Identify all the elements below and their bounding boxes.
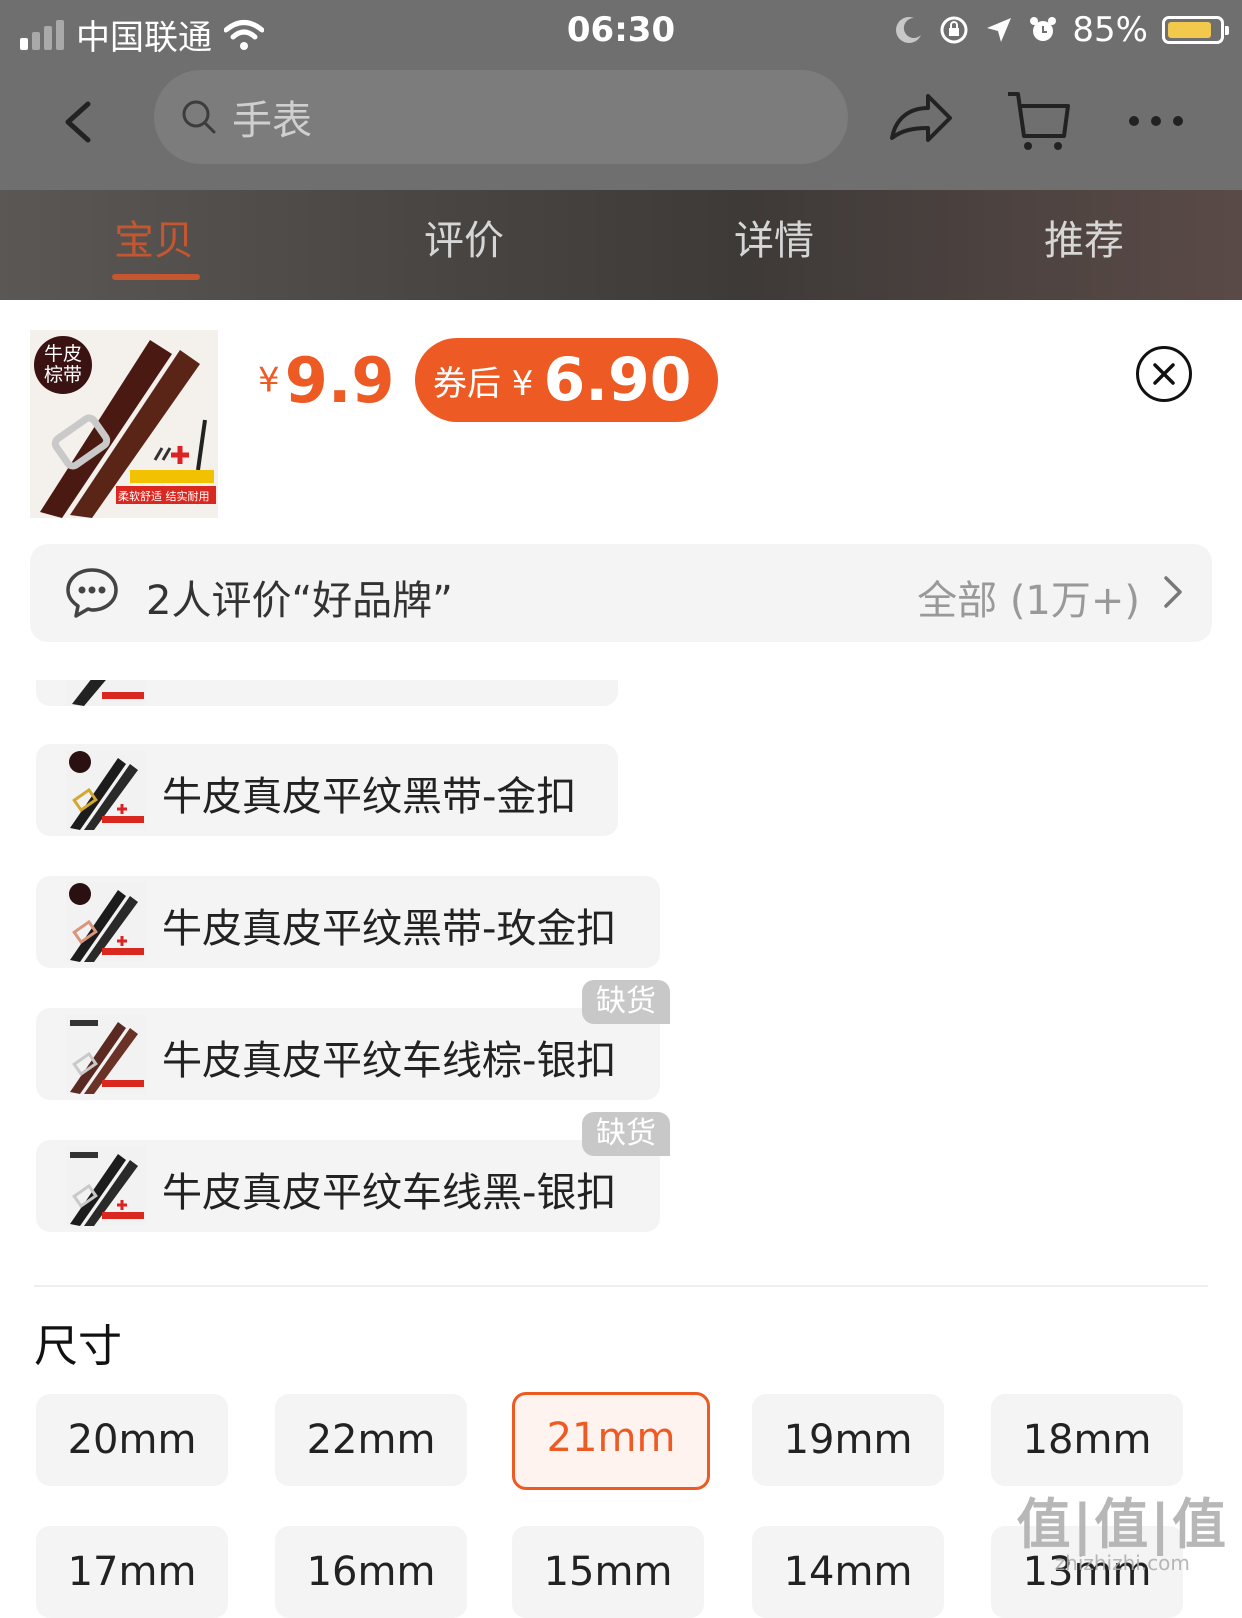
size-option[interactable]: 15mm	[512, 1526, 704, 1618]
back-button[interactable]	[50, 92, 110, 152]
watch-strap-image	[66, 1146, 146, 1226]
chevron-right-icon	[1164, 576, 1182, 608]
option-label: 牛皮真皮平纹车线黑-银扣	[162, 1170, 617, 1216]
thumb-caption: 柔软舒适 结实耐用	[118, 490, 210, 503]
review-summary-bar[interactable]: 2人评价“好品牌” 全部 (1万+)	[30, 544, 1212, 642]
option-image	[66, 750, 146, 830]
watch-strap-image	[66, 882, 146, 962]
watermark-site: zhizhizhi.com	[1054, 1551, 1190, 1575]
watermark: 值|值|值 zhizhizhi.com	[1016, 1493, 1228, 1575]
option-image	[66, 882, 146, 962]
background-page: 中国联通 06:30 85% 手表 宝贝 评价 详情 推荐	[0, 0, 1242, 300]
product-thumbnail[interactable]: 牛皮 棕带 柔软舒适 结实耐用	[30, 330, 218, 518]
original-price: ¥ 9.9	[258, 344, 395, 417]
out-of-stock-badge: 缺货	[582, 1112, 670, 1156]
close-icon	[1153, 363, 1175, 385]
coupon-price: 6.90	[543, 345, 692, 415]
nav-bar: 手表	[0, 62, 1242, 190]
currency-symbol: ¥	[258, 360, 280, 401]
active-tab-indicator	[112, 274, 200, 280]
option-label: 牛皮真皮平纹黑带-金扣	[162, 774, 577, 820]
option-clipped[interactable]	[36, 680, 618, 706]
size-option[interactable]: 22mm	[275, 1394, 467, 1486]
option-item[interactable]: 牛皮真皮平纹车线黑-银扣	[36, 1140, 660, 1232]
status-bar: 中国联通 06:30 85%	[0, 0, 1242, 62]
tab-reviews[interactable]: 评价	[424, 208, 504, 266]
option-item[interactable]: 牛皮真皮平纹车线棕-银扣	[36, 1008, 660, 1100]
battery-icon	[1162, 16, 1229, 44]
more-button[interactable]	[1124, 86, 1194, 156]
coupon-price-pill: 券后 ¥ 6.90	[415, 338, 718, 422]
option-item[interactable]: 牛皮真皮平纹黑带-金扣	[36, 744, 618, 836]
search-icon	[182, 100, 216, 134]
option-image	[66, 1146, 146, 1226]
option-item[interactable]: 牛皮真皮平纹黑带-玫金扣	[36, 876, 660, 968]
price-value: 9.9	[284, 344, 395, 417]
moon-icon	[896, 17, 922, 43]
size-section-title: 尺寸	[34, 1321, 122, 1372]
location-icon	[987, 18, 1012, 42]
option-image	[66, 1014, 146, 1094]
thumb-badge: 牛皮 棕带	[34, 336, 92, 394]
size-option[interactable]: 14mm	[752, 1526, 944, 1618]
share-icon	[890, 94, 952, 142]
detail-tabs: 宝贝 评价 详情 推荐	[0, 190, 1242, 300]
size-option[interactable]: 20mm	[36, 1394, 228, 1486]
size-option[interactable]: 18mm	[991, 1394, 1183, 1486]
more-icon	[1129, 116, 1183, 126]
chat-bubble-icon	[66, 568, 118, 618]
coupon-label: 券后 ¥	[433, 363, 534, 404]
status-right: 85%	[894, 10, 1229, 50]
size-option-selected[interactable]: 21mm	[512, 1392, 710, 1490]
tab-baobei[interactable]: 宝贝	[114, 208, 194, 266]
search-bar[interactable]: 手表	[154, 70, 848, 164]
review-text: 2人评价“好品牌”	[146, 578, 453, 624]
watermark-logo: 值|值|值	[1016, 1493, 1228, 1556]
rotation-lock-icon	[940, 16, 968, 44]
size-option[interactable]: 19mm	[752, 1394, 944, 1486]
search-placeholder: 手表	[232, 98, 312, 144]
battery-fill	[1168, 22, 1211, 38]
size-option[interactable]: 16mm	[275, 1526, 467, 1618]
out-of-stock-badge: 缺货	[582, 980, 670, 1024]
sku-sheet: 牛皮 棕带 柔软舒适 结实耐用 ¥ 9.9 券后 ¥ 6.90 2人评价“好品牌…	[0, 300, 1242, 1618]
option-clipped-image	[66, 680, 146, 706]
close-button[interactable]	[1136, 346, 1192, 402]
section-divider	[34, 1285, 1208, 1287]
review-all-count: 全部 (1万+)	[917, 578, 1140, 624]
alarm-icon	[1030, 17, 1057, 41]
cart-icon	[1008, 92, 1070, 150]
battery-percent: 85%	[1072, 10, 1148, 50]
size-option[interactable]: 17mm	[36, 1526, 228, 1618]
cart-button[interactable]	[1004, 86, 1074, 156]
tab-details[interactable]: 详情	[734, 208, 814, 266]
tab-recommend[interactable]: 推荐	[1044, 208, 1124, 266]
option-label: 牛皮真皮平纹黑带-玫金扣	[162, 906, 617, 952]
chevron-left-icon	[65, 101, 91, 143]
watch-strap-image	[66, 750, 146, 830]
share-button[interactable]	[886, 86, 956, 156]
option-label: 牛皮真皮平纹车线棕-银扣	[162, 1038, 617, 1084]
watch-strap-image	[66, 1014, 146, 1094]
